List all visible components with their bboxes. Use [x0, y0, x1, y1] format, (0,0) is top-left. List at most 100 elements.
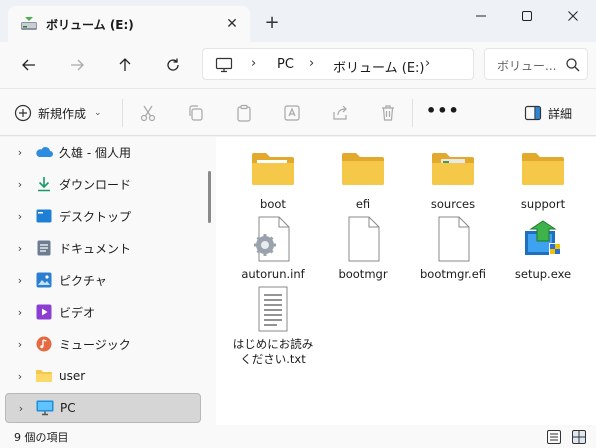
breadcrumb-separator-icon[interactable]: ›: [309, 56, 314, 71]
plus-circle-icon: [14, 104, 32, 122]
file-explorer-window: ボリューム (E:) ✕ + › PC › ボリューム (E:) › ボリュー.…: [0, 0, 596, 448]
chevron-right-icon[interactable]: ›: [5, 370, 35, 383]
file-name: boot: [260, 197, 286, 211]
file-item-setup-exe[interactable]: setup.exe: [500, 215, 586, 282]
search-icon: [566, 58, 580, 72]
file-list: boot efi sources support autorun.inf boo…: [216, 137, 596, 425]
pictures-icon: [35, 271, 53, 289]
pc-icon: [215, 57, 233, 73]
folder-icon: [339, 145, 387, 193]
new-tab-button[interactable]: +: [260, 11, 284, 35]
sidebar-item-downloads[interactable]: › ダウンロード: [5, 169, 201, 199]
new-button[interactable]: 新規作成 ⌄: [14, 102, 102, 124]
file-icon: [429, 215, 477, 263]
sidebar-item-desktop[interactable]: › デスクトップ: [5, 201, 201, 231]
file-name: autorun.inf: [241, 267, 305, 281]
breadcrumb-separator-icon[interactable]: ›: [251, 56, 256, 71]
file-name: setup.exe: [514, 267, 572, 281]
back-button[interactable]: [14, 50, 44, 80]
new-button-label: 新規作成: [38, 106, 87, 121]
folder-item-boot[interactable]: boot: [230, 145, 316, 212]
address-bar[interactable]: › PC › ボリューム (E:) ›: [202, 48, 474, 80]
file-name: はじめにお読みください.txt: [232, 337, 314, 366]
close-button[interactable]: [550, 0, 596, 32]
navigation-pane: › 久雄 - 個人用 › ダウンロード › デスクトップ › ドキュメント › …: [0, 137, 216, 425]
copy-icon: [189, 105, 203, 121]
maximize-button[interactable]: [504, 0, 550, 32]
sidebar-item-music[interactable]: › ミュージック: [5, 329, 201, 359]
list-view-icon: [547, 430, 561, 444]
arrow-up-icon: [119, 58, 131, 71]
details-label: 詳細: [548, 106, 573, 121]
chevron-right-icon[interactable]: ›: [5, 178, 35, 191]
arrow-left-icon: [22, 59, 35, 71]
folder-item-efi[interactable]: efi: [320, 145, 406, 212]
onedrive-icon: [35, 143, 53, 161]
chevron-right-icon[interactable]: ›: [5, 210, 35, 223]
item-count: 9 個の項目: [14, 431, 69, 444]
sidebar-item-label: ピクチャ: [59, 273, 107, 288]
file-item-bootmgr-efi[interactable]: bootmgr.efi: [410, 215, 496, 282]
grid-view-icon: [572, 430, 586, 444]
sidebar-item-videos[interactable]: › ビデオ: [5, 297, 201, 327]
refresh-button[interactable]: [158, 50, 188, 80]
cut-button[interactable]: [138, 103, 158, 123]
clipboard-icon: [237, 104, 251, 122]
tab-volume-e[interactable]: ボリューム (E:) ✕: [8, 6, 250, 42]
installer-icon: [519, 215, 567, 263]
breadcrumb-separator-icon[interactable]: ›: [425, 56, 430, 71]
pc-icon: [36, 399, 54, 417]
folder-icon: [429, 145, 477, 193]
command-bar: 新規作成 ⌄ ••• 詳細: [0, 88, 596, 136]
sidebar-item-label: ビデオ: [59, 305, 96, 320]
minimize-button[interactable]: [458, 0, 504, 32]
file-name: support: [520, 197, 566, 211]
sidebar-item-user[interactable]: › user: [5, 361, 201, 391]
drive-icon: [21, 17, 37, 30]
delete-button[interactable]: [378, 103, 398, 123]
chevron-right-icon[interactable]: ›: [5, 306, 35, 319]
sidebar-item-pc[interactable]: › PC: [5, 393, 201, 423]
file-item-autorun-inf[interactable]: autorun.inf: [230, 215, 316, 282]
maximize-icon: [522, 11, 532, 21]
folder-icon: [35, 367, 53, 385]
rename-button[interactable]: [282, 103, 302, 123]
divider: [412, 99, 413, 127]
share-icon: [333, 105, 347, 120]
paste-button[interactable]: [234, 103, 254, 123]
share-button[interactable]: [330, 103, 350, 123]
copy-button[interactable]: [186, 103, 206, 123]
download-icon: [35, 175, 53, 193]
more-options-button[interactable]: •••: [426, 102, 459, 124]
chevron-right-icon[interactable]: ›: [5, 274, 35, 287]
sidebar-item-label: デスクトップ: [59, 209, 132, 224]
settings-file-icon: [249, 215, 297, 263]
file-name: bootmgr: [338, 267, 388, 281]
sidebar-item-onedrive[interactable]: › 久雄 - 個人用: [5, 137, 201, 167]
file-item-readme-txt[interactable]: はじめにお読みください.txt: [230, 285, 316, 367]
forward-button[interactable]: [62, 50, 92, 80]
chevron-right-icon[interactable]: ›: [6, 402, 36, 415]
breadcrumb-volume-e[interactable]: ボリューム (E:): [333, 57, 424, 76]
folder-item-support[interactable]: support: [500, 145, 586, 212]
chevron-down-icon: ⌄: [94, 108, 102, 118]
folder-icon: [249, 145, 297, 193]
details-pane-button[interactable]: 詳細: [524, 103, 572, 123]
tab-close-icon[interactable]: ✕: [222, 14, 242, 34]
close-icon: [568, 11, 578, 21]
arrow-right-icon: [71, 59, 84, 71]
file-item-bootmgr[interactable]: bootmgr: [320, 215, 406, 282]
details-view-button[interactable]: [545, 428, 563, 446]
icons-view-button[interactable]: [570, 428, 588, 446]
sidebar-item-pictures[interactable]: › ピクチャ: [5, 265, 201, 295]
search-box[interactable]: ボリュー...: [484, 48, 588, 80]
sidebar-scrollbar[interactable]: [208, 171, 211, 223]
sidebar-item-documents[interactable]: › ドキュメント: [5, 233, 201, 263]
up-button[interactable]: [110, 50, 140, 80]
breadcrumb-pc[interactable]: PC: [277, 57, 294, 72]
folder-item-sources[interactable]: sources: [410, 145, 496, 212]
sidebar-item-label: ミュージック: [59, 337, 131, 352]
chevron-right-icon[interactable]: ›: [5, 338, 35, 351]
chevron-right-icon[interactable]: ›: [5, 242, 35, 255]
chevron-right-icon[interactable]: ›: [5, 146, 35, 159]
